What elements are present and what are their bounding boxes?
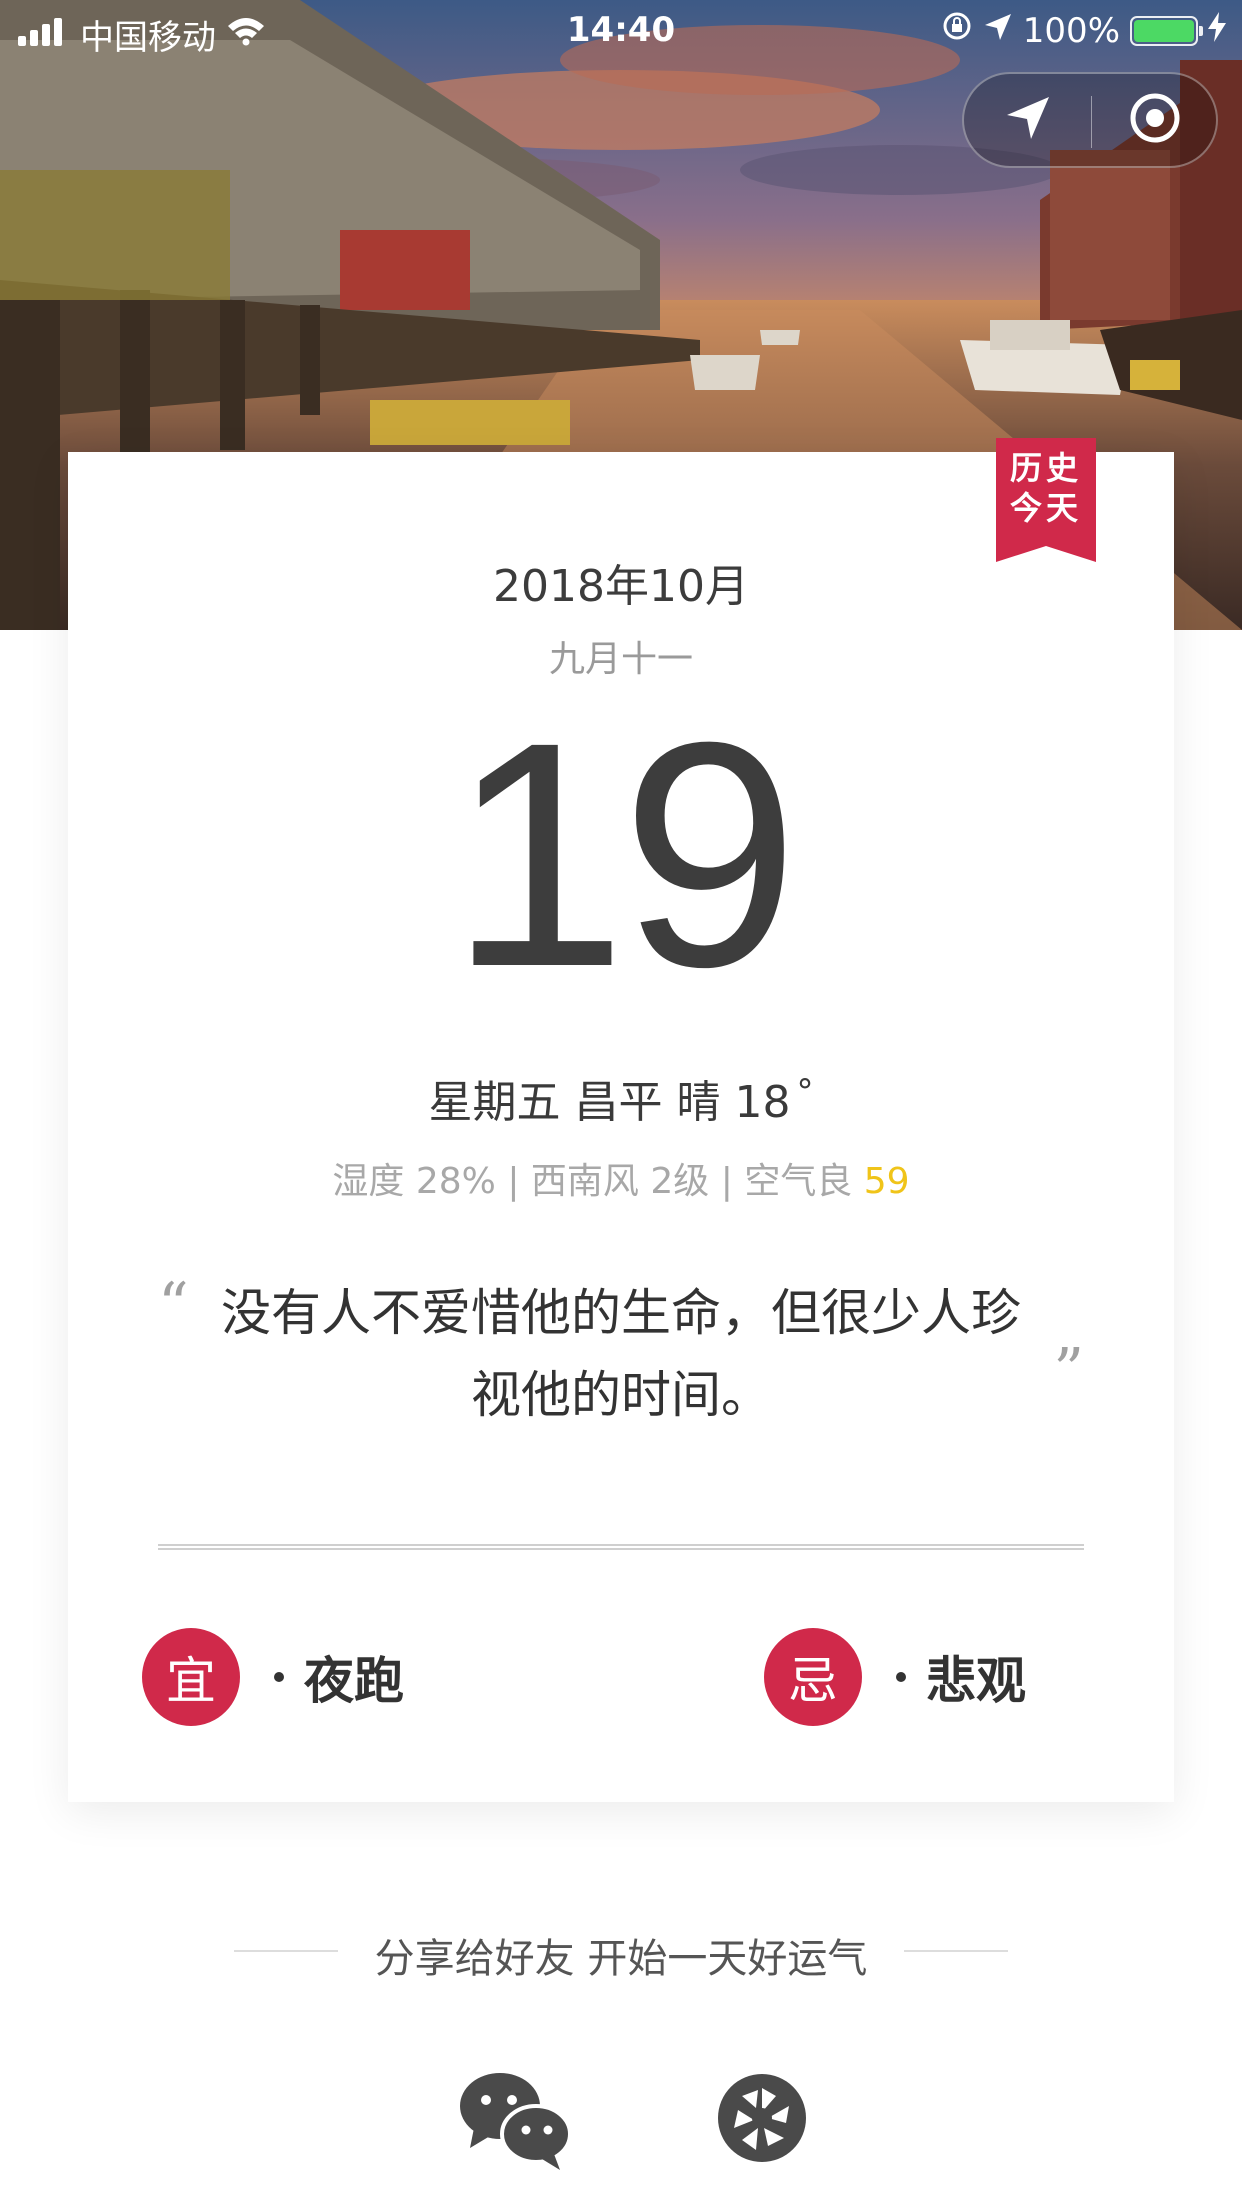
quote-open-mark: “: [158, 1270, 189, 1340]
target-icon: [1128, 91, 1182, 149]
weather-condition: 晴: [676, 1077, 721, 1128]
share-icons: [0, 2066, 1242, 2176]
orientation-lock-icon: [941, 10, 973, 51]
share-moments-button[interactable]: [706, 2066, 826, 2176]
suitable-item: 宜 夜跑: [142, 1628, 404, 1726]
bullet-dot: [274, 1672, 284, 1682]
avoid-seal: 忌: [764, 1628, 862, 1726]
share-wechat-button[interactable]: [456, 2066, 576, 2176]
calendar-card: 历史 今天 2018年10月 九月十一 19 星期五 昌平 晴 18 ° 湿度 2…: [68, 438, 1174, 1802]
share-text: 分享给好友 开始一天好运气: [374, 1936, 868, 1982]
ribbon-line-2: 今天: [1009, 489, 1082, 527]
suitable-seal: 宜: [142, 1628, 240, 1726]
day-number: 19: [449, 675, 799, 1033]
separator: |: [720, 1161, 733, 1202]
location-arrow-icon: [1003, 93, 1053, 147]
quote-text: 没有人不爱惜他的生命，但很少人珍视他的时间。: [221, 1284, 1021, 1424]
share-line-right: [904, 1950, 1008, 1952]
quote-close-mark: ”: [1053, 1336, 1084, 1406]
close-mini-program-button[interactable]: [1091, 74, 1218, 166]
wechat-icon: [456, 2073, 576, 2180]
location-services-icon: [983, 11, 1013, 51]
mini-program-capsule: [962, 72, 1218, 168]
ribbon-line-1: 历史: [1009, 449, 1082, 487]
wind: 西南风 2级: [530, 1161, 710, 1202]
month-label: 2018年10月: [493, 561, 749, 612]
separator: |: [507, 1161, 520, 1202]
weather-line: 星期五 昌平 晴 18 °: [68, 1066, 1174, 1130]
status-bar: 中国移动 14:40 100%: [0, 0, 1242, 62]
suitable-activity: 夜跑: [304, 1652, 404, 1710]
moments-icon: [706, 2074, 826, 2180]
avoid-item: 忌 悲观: [764, 1628, 1026, 1726]
share-header: 分享给好友 开始一天好运气: [0, 1920, 1242, 1982]
air-quality-label: 空气良: [744, 1161, 853, 1202]
location-arrow-button[interactable]: [964, 74, 1091, 166]
history-today-ribbon[interactable]: 历史 今天: [996, 438, 1096, 562]
daily-quote: “ 没有人不爱惜他的生命，但很少人珍视他的时间。 ”: [158, 1270, 1084, 1436]
charging-icon: [1208, 11, 1226, 51]
environment-line: 湿度 28% | 西南风 2级 | 空气良 59: [68, 1152, 1174, 1204]
battery-percent: 100%: [1022, 10, 1120, 51]
aqi-value: 59: [863, 1161, 910, 1202]
humidity: 湿度 28%: [332, 1161, 496, 1202]
temperature: 18: [734, 1077, 791, 1128]
double-divider: [158, 1544, 1084, 1550]
city-name: 昌平: [574, 1077, 663, 1128]
bullet-dot: [896, 1672, 906, 1682]
battery-icon: [1130, 15, 1203, 46]
weekday: 星期五: [428, 1077, 561, 1128]
degree-symbol: °: [796, 1072, 814, 1112]
battery-level-fill: [1134, 19, 1194, 42]
avoid-activity: 悲观: [926, 1652, 1026, 1710]
